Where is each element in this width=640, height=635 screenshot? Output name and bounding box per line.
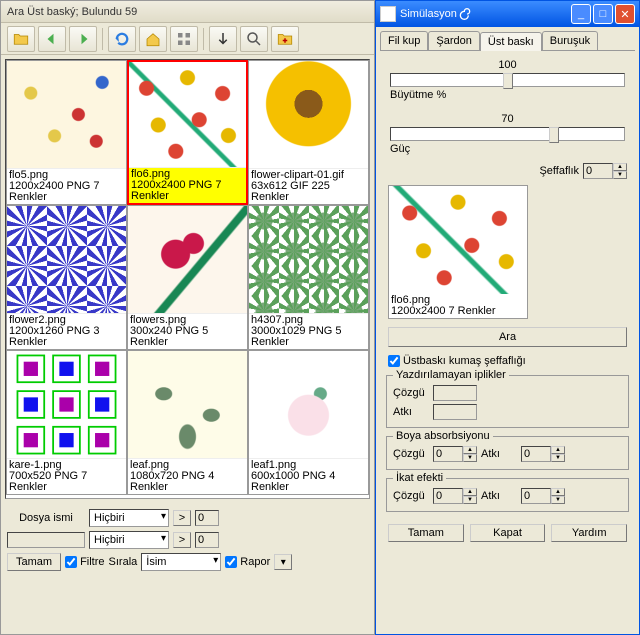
thumbnail-image — [249, 351, 368, 458]
sort-label: Sırala — [109, 556, 138, 568]
spin-down[interactable]: ▼ — [613, 171, 627, 179]
dye-weft-spinner[interactable]: ▲▼ — [521, 446, 565, 462]
thumbnail-cell[interactable]: flower-clipart-01.gif63x612 GIF 225 Renk… — [248, 60, 369, 205]
folder-plus-button[interactable] — [271, 26, 299, 52]
zoom-label: Büyütme % — [390, 89, 446, 101]
toolbar — [1, 23, 374, 55]
thumb-info: 700x520 PNG 7 Renkler — [9, 471, 124, 493]
filter-combo-2[interactable]: Hiçbiri — [89, 531, 169, 549]
maximize-button[interactable]: □ — [593, 4, 613, 24]
thumbnail-cell[interactable]: flower2.png1200x1260 PNG 3 Renkler — [6, 205, 127, 350]
zoom-slider[interactable] — [390, 73, 625, 87]
sim-help-button[interactable]: Yardım — [551, 524, 627, 542]
browser-title: Ara Üst baský; Bulundu 59 — [7, 6, 137, 18]
transparency-spinner[interactable]: ▲▼ — [583, 163, 627, 179]
thumb-info: 300x240 PNG 5 Renkler — [130, 326, 245, 348]
forward-button[interactable] — [69, 26, 97, 52]
thumb-info: 1080x720 PNG 4 Renkler — [130, 471, 245, 493]
preview-box: flo6.png 1200x2400 7 Renkler — [388, 185, 528, 319]
browser-titlebar: Ara Üst baský; Bulundu 59 — [1, 1, 374, 23]
close-button[interactable]: ✕ — [615, 4, 635, 24]
preview-image — [389, 186, 527, 294]
sort-down-button[interactable] — [209, 26, 237, 52]
thumbnail-image — [128, 351, 247, 458]
open-folder-button[interactable] — [7, 26, 35, 52]
warp-unprintable-input[interactable] — [433, 385, 477, 401]
thumbnail-image — [129, 62, 246, 167]
app-icon — [380, 6, 396, 22]
ikat-weft-spinner[interactable]: ▲▼ — [521, 488, 565, 504]
tab-buruşuk[interactable]: Buruşuk — [542, 31, 598, 50]
overprint-transparency-checkbox[interactable]: Üstbaskı kumaş şeffaflığı — [388, 355, 627, 367]
file-name-label: Dosya ismi — [7, 512, 85, 524]
bottom-panel: Dosya ismi Hiçbiri > Hiçbiri > Tamam Fil… — [1, 503, 374, 577]
ikat-warp-spinner[interactable]: ▲▼ — [433, 488, 477, 504]
value-input-1[interactable] — [195, 510, 219, 526]
home-button[interactable] — [139, 26, 167, 52]
thumbnail-cell[interactable]: flowers.png300x240 PNG 5 Renkler — [127, 205, 248, 350]
thumbnail-cell[interactable]: flo5.png1200x2400 PNG 7 Renkler — [6, 60, 127, 205]
zoom-value: 100 — [498, 59, 516, 71]
thumb-info: 1200x1260 PNG 3 Renkler — [9, 326, 124, 348]
gt-button-1[interactable]: > — [173, 510, 191, 526]
sort-combo[interactable]: İsim — [141, 553, 221, 571]
thumb-info: 63x612 GIF 225 Renkler — [251, 181, 366, 203]
thumbnail-image — [7, 206, 126, 313]
tab-fil-kup[interactable]: Fil kup — [380, 31, 428, 50]
sim-ok-button[interactable]: Tamam — [388, 524, 464, 542]
zoom-button[interactable] — [240, 26, 268, 52]
dye-absorption-group: Boya absorbsiyonu Çözgü ▲▼ Atkı ▲▼ — [386, 436, 629, 470]
browser-window: Ara Üst baský; Bulundu 59 flo5.png1200x2… — [0, 0, 375, 635]
thumbnail-cell[interactable]: flo6.png1200x2400 PNG 7 Renkler — [127, 60, 248, 205]
tabs: Fil kupŞardonÜst baskıBuruşuk — [380, 31, 635, 51]
simulation-window: Simülasyon _ □ ✕ Fil kupŞardonÜst baskıB… — [375, 0, 640, 635]
thumbnail-image — [249, 206, 368, 313]
simulation-title: Simülasyon — [400, 8, 457, 20]
transparency-label: Şeffaflık — [539, 165, 579, 177]
sim-close-button[interactable]: Kapat — [470, 524, 546, 542]
thumb-info: 600x1000 PNG 4 Renkler — [251, 471, 366, 493]
thumbnail-image — [7, 61, 126, 168]
simulation-titlebar: Simülasyon _ □ ✕ — [376, 1, 639, 27]
filter-combo-1[interactable]: Hiçbiri — [89, 509, 169, 527]
dye-warp-spinner[interactable]: ▲▼ — [433, 446, 477, 462]
preview-info: 1200x2400 7 Renkler — [391, 306, 525, 317]
ikat-effect-group: İkat efekti Çözgü ▲▼ Atkı ▲▼ — [386, 478, 629, 512]
gt-button-2[interactable]: > — [173, 532, 191, 548]
power-label: Güç — [390, 143, 410, 155]
grid-view-button[interactable] — [170, 26, 198, 52]
filter-checkbox[interactable]: Filtre — [65, 556, 104, 568]
thumb-info: 1200x2400 PNG 7 Renkler — [9, 181, 124, 203]
power-value: 70 — [501, 113, 513, 125]
thumbnail-cell[interactable]: leaf.png1080x720 PNG 4 Renkler — [127, 350, 248, 495]
thumbnail-image — [128, 206, 247, 313]
tab-şardon[interactable]: Şardon — [428, 31, 479, 50]
report-checkbox[interactable]: Rapor — [225, 556, 270, 568]
transparency-input[interactable] — [583, 163, 613, 179]
back-button[interactable] — [38, 26, 66, 52]
thumbnail-image — [7, 351, 126, 458]
spin-up[interactable]: ▲ — [613, 163, 627, 171]
minimize-button[interactable]: _ — [571, 4, 591, 24]
thumbnail-cell[interactable]: kare-1.png700x520 PNG 7 Renkler — [6, 350, 127, 495]
report-dropdown[interactable]: ▾ — [274, 554, 292, 570]
thumb-info: 3000x1029 PNG 5 Renkler — [251, 326, 366, 348]
thumbnail-cell[interactable]: leaf1.png600x1000 PNG 4 Renkler — [248, 350, 369, 495]
ok-button[interactable]: Tamam — [7, 553, 61, 571]
refresh-button[interactable] — [108, 26, 136, 52]
thumbnail-grid: flo5.png1200x2400 PNG 7 Renklerflo6.png1… — [5, 59, 370, 499]
file-name-input[interactable] — [7, 532, 85, 548]
tab-üst-baskı[interactable]: Üst baskı — [480, 32, 542, 51]
search-button[interactable]: Ara — [388, 327, 627, 347]
weft-unprintable-input[interactable] — [433, 404, 477, 420]
unprintable-yarns-group: Yazdırılamayan iplikler Çözgü Atkı — [386, 375, 629, 428]
spiral-icon — [459, 6, 475, 22]
power-slider[interactable] — [390, 127, 625, 141]
thumbnail-cell[interactable]: h4307.png3000x1029 PNG 5 Renkler — [248, 205, 369, 350]
thumbnail-image — [249, 61, 368, 168]
thumb-info: 1200x2400 PNG 7 Renkler — [131, 180, 244, 202]
value-input-2[interactable] — [195, 532, 219, 548]
